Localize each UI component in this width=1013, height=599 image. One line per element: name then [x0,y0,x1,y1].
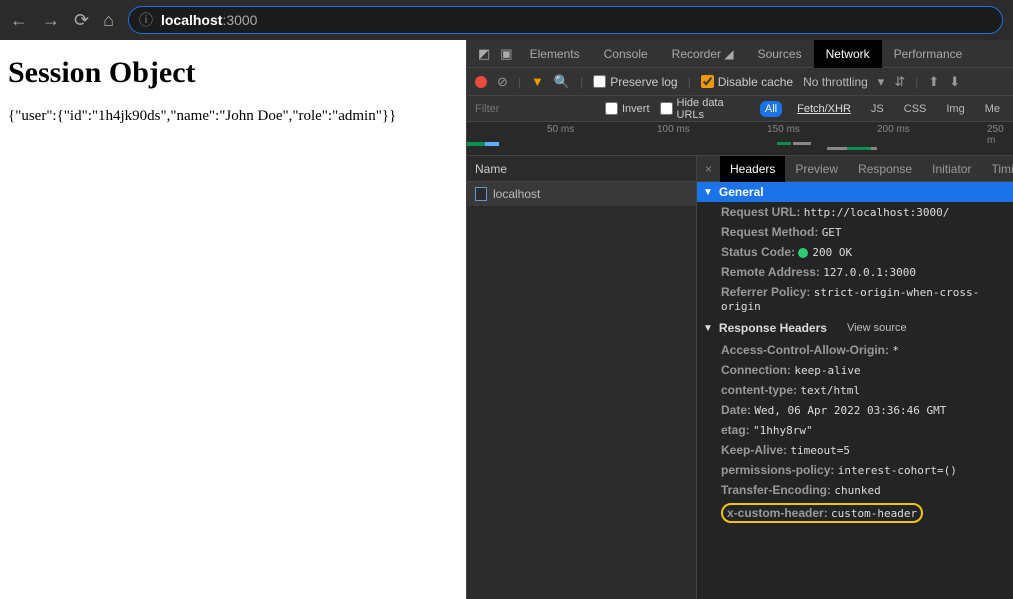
reload-button[interactable]: ⟳ [74,10,89,31]
request-method: Request Method: GET [697,222,1013,242]
remote-address: Remote Address: 127.0.0.1:3000 [697,262,1013,282]
page-title: Session Object [8,56,458,90]
timeline-bar [485,142,499,146]
status-code: Status Code: 200 OK [697,242,1013,262]
tab-elements[interactable]: Elements [518,40,592,68]
devtools-tabs: ◩ ▣ Elements Console Recorder ◢ Sources … [467,40,1013,68]
filter-js[interactable]: JS [866,101,889,117]
timeline-bar [847,147,871,150]
filter-css[interactable]: CSS [899,101,932,117]
timeline-bar [777,142,791,145]
hide-urls-checkbox[interactable]: Hide data URLs [660,97,750,121]
header-x-custom: x-custom-header: custom-header [697,500,1013,526]
devtools: ◩ ▣ Elements Console Recorder ◢ Sources … [466,40,1013,599]
header-etag: etag: "1hhy8rw" [697,420,1013,440]
request-list: Name localhost [467,156,697,599]
page-body: {"user":{"id":"1h4jk90ds","name":"John D… [8,108,458,125]
header-date: Date: Wed, 06 Apr 2022 03:36:46 GMT [697,400,1013,420]
close-button[interactable]: × [697,162,720,176]
general-section[interactable]: ▼General [697,182,1013,202]
timeline-tick: 150 ms [767,124,800,135]
view-source-link[interactable]: View source [847,322,907,334]
tab-performance[interactable]: Performance [882,40,975,68]
throttling-select[interactable]: No throttling [803,75,868,89]
inspect-icon[interactable]: ◩ [473,46,495,62]
upload-icon[interactable]: ⬆ [928,74,939,90]
header-acao: Access-Control-Allow-Origin: * [697,340,1013,360]
document-icon [475,187,487,201]
disable-cache-checkbox[interactable]: Disable cache [701,75,793,89]
chevron-down-icon[interactable]: ▾ [878,74,885,90]
invert-checkbox[interactable]: Invert [605,102,650,115]
tab-preview[interactable]: Preview [785,156,848,182]
tab-network[interactable]: Network [814,40,882,68]
request-name: localhost [493,187,540,201]
wifi-icon[interactable]: ⇵ [894,74,905,90]
triangle-down-icon: ▼ [703,323,713,334]
search-icon[interactable]: 🔍 [554,74,570,90]
header-content-type: content-type: text/html [697,380,1013,400]
url-host: localhost [161,12,222,28]
tab-headers[interactable]: Headers [720,156,785,182]
header-transfer-encoding: Transfer-Encoding: chunked [697,480,1013,500]
timeline-bar [793,142,811,145]
tab-console[interactable]: Console [592,40,660,68]
header-keep-alive: Keep-Alive: timeout=5 [697,440,1013,460]
filter-icon[interactable]: ▼ [531,74,544,89]
request-detail: × Headers Preview Response Initiator Tim… [697,156,1013,599]
tab-recorder[interactable]: Recorder ◢ [660,40,746,68]
triangle-down-icon: ▼ [703,187,713,198]
tab-response[interactable]: Response [848,156,922,182]
detail-tabs: × Headers Preview Response Initiator Tim… [697,156,1013,182]
download-icon[interactable]: ⬇ [949,74,960,90]
timeline-tick: 200 ms [877,124,910,135]
browser-toolbar: ← → ⟳ ⌂ ⓘ localhost:3000 [0,0,1013,40]
filter-all[interactable]: All [760,101,782,117]
filter-xhr[interactable]: Fetch/XHR [792,101,856,117]
referrer-policy: Referrer Policy: strict-origin-when-cros… [697,282,1013,316]
clear-button[interactable]: ⊘ [497,74,508,90]
response-headers-section[interactable]: ▼Response HeadersView source [697,316,1013,340]
status-dot-icon [798,248,808,258]
url-port: :3000 [222,12,257,28]
home-button[interactable]: ⌂ [103,10,114,31]
network-toolbar: ⊘ | ▼ 🔍 | Preserve log | Disable cache N… [467,68,1013,96]
tab-sources[interactable]: Sources [746,40,814,68]
tab-timing[interactable]: Timing [981,156,1013,182]
tab-initiator[interactable]: Initiator [922,156,981,182]
filter-input[interactable] [475,103,595,115]
header-permissions-policy: permissions-policy: interest-cohort=() [697,460,1013,480]
page-content: Session Object {"user":{"id":"1h4jk90ds"… [0,40,466,599]
filter-media[interactable]: Me [980,101,1005,117]
header-connection: Connection: keep-alive [697,360,1013,380]
device-icon[interactable]: ▣ [495,46,517,62]
timeline-tick: 250 m [987,124,1013,146]
timeline-bar [467,142,485,146]
timeline-tick: 50 ms [547,124,574,135]
request-row[interactable]: localhost [467,182,696,206]
timeline[interactable]: 50 ms 100 ms 150 ms 200 ms 250 m [467,122,1013,156]
forward-button[interactable]: → [42,10,60,31]
filter-bar: Invert Hide data URLs All Fetch/XHR JS C… [467,96,1013,122]
timeline-tick: 100 ms [657,124,690,135]
back-button[interactable]: ← [10,10,28,31]
record-button[interactable] [475,76,487,88]
info-icon: ⓘ [139,10,153,30]
request-list-header[interactable]: Name [467,156,696,182]
filter-img[interactable]: Img [941,101,969,117]
request-url: Request URL: http://localhost:3000/ [697,202,1013,222]
url-bar[interactable]: ⓘ localhost:3000 [128,6,1003,34]
preserve-log-checkbox[interactable]: Preserve log [593,75,677,89]
